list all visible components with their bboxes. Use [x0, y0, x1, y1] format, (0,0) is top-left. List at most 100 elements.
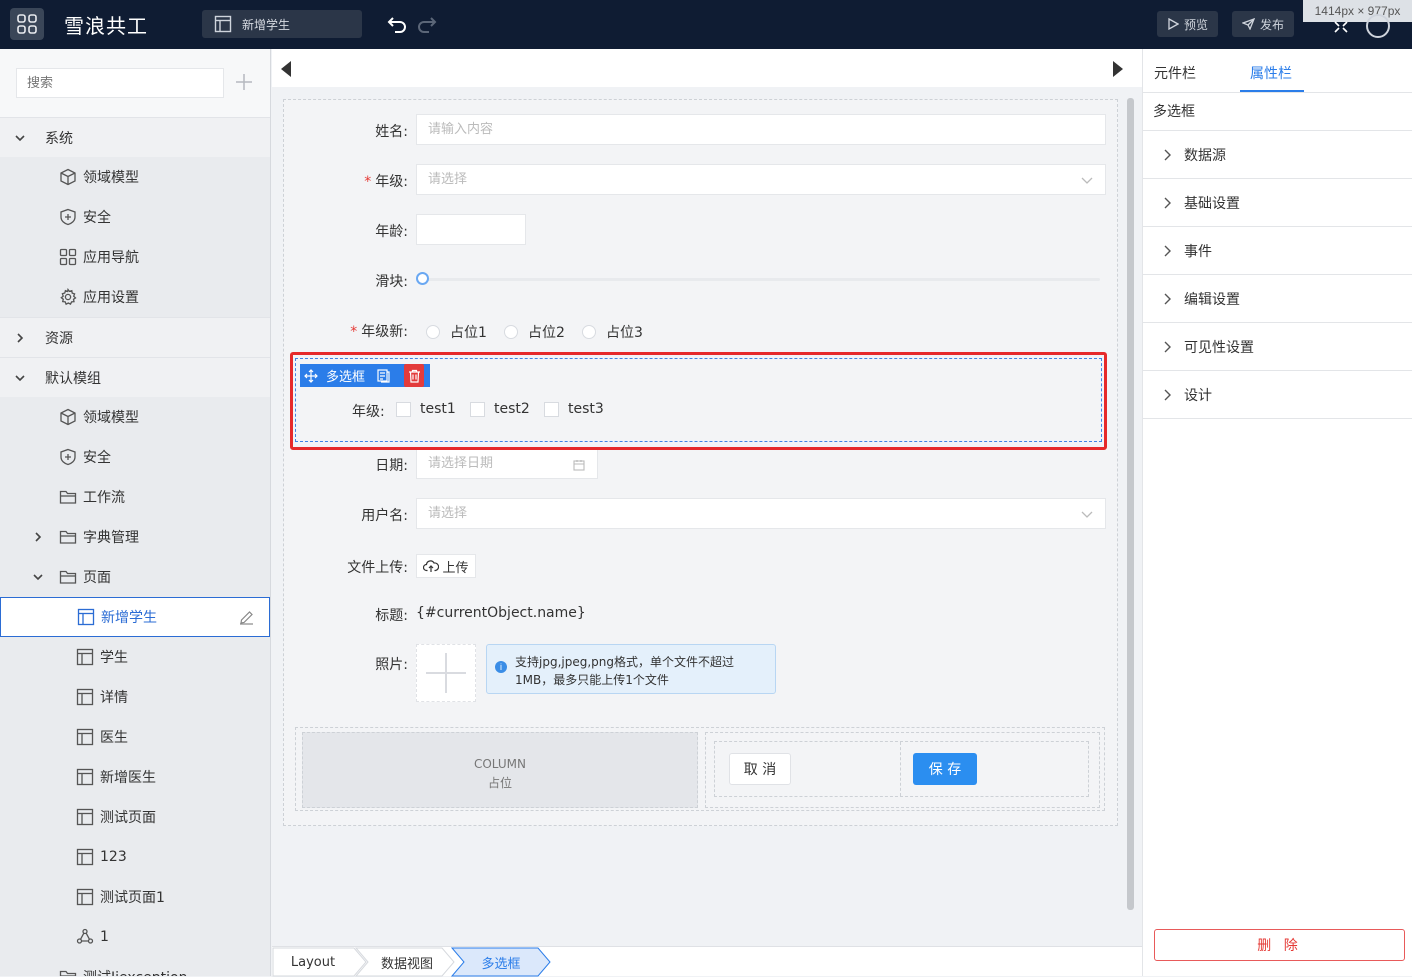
sidebar-search-row [0, 49, 270, 117]
radio-option-2[interactable]: 占位2 [504, 322, 565, 342]
save-button[interactable]: 保 存 [913, 753, 977, 785]
tree-group-label: 系统 [45, 130, 73, 147]
checkbox-option-2[interactable]: test2 [470, 401, 530, 417]
collapse-left-icon[interactable] [280, 61, 292, 77]
page-tab[interactable]: 新增学生 [202, 10, 362, 38]
layout-icon [76, 808, 94, 826]
tree-item-app-nav[interactable]: 应用导航 [0, 237, 270, 277]
section-events[interactable]: 事件 [1143, 227, 1412, 275]
grade-select[interactable]: 请选择 [416, 164, 1106, 195]
move-icon[interactable] [304, 368, 318, 383]
checkbox-box[interactable] [470, 401, 485, 417]
tree-group-default-module[interactable]: 默认模组 [0, 357, 270, 397]
photo-hint-text: 支持jpg,jpeg,png格式，单个文件不超过1MB，最多只能上传1个文件 [515, 655, 734, 687]
tab-components[interactable]: 元件栏 [1154, 63, 1196, 83]
form-container[interactable]: 姓名: 请输入内容 * 年级: 请选择 年龄: 滑块: * 年级新: 占位1 占位2… [283, 99, 1118, 826]
preview-label: 预览 [1184, 17, 1209, 32]
breadcrumb-item-active[interactable]: 多选框 [460, 947, 542, 977]
tree-page-test-exception[interactable]: 测试Jiexception [0, 957, 270, 976]
chevron-right-icon [17, 332, 24, 343]
add-icon[interactable] [235, 73, 253, 91]
section-basic[interactable]: 基础设置 [1143, 179, 1412, 227]
name-input[interactable]: 请输入内容 [416, 114, 1106, 145]
checkbox-box[interactable] [544, 401, 559, 417]
radio-circle[interactable] [504, 325, 518, 339]
slider-track[interactable] [420, 278, 1100, 281]
photo-label: 照片: [375, 657, 408, 673]
copy-icon[interactable] [377, 368, 390, 383]
column-layout[interactable]: COLUMN 占位 取 消 保 存 [295, 727, 1105, 811]
tree-item-domain-model[interactable]: 领域模型 [0, 397, 270, 437]
section-datasource[interactable]: 数据源 [1143, 131, 1412, 179]
delete-button[interactable]: 删 除 [1154, 929, 1405, 961]
breadcrumb-item[interactable]: 数据视图 [364, 947, 450, 977]
radio-circle[interactable] [426, 325, 440, 339]
tree-page-student[interactable]: 学生 [0, 637, 270, 677]
tree-item-workflow[interactable]: 工作流 [0, 477, 270, 517]
checkbox-label: test1 [420, 401, 456, 417]
tree-group-system[interactable]: 系统 [0, 117, 270, 157]
tab-properties[interactable]: 属性栏 [1250, 63, 1292, 83]
send-icon [1242, 18, 1255, 30]
tree-page-test[interactable]: 测试页面 [0, 797, 270, 837]
search-input[interactable] [16, 68, 224, 98]
checkbox-option-3[interactable]: test3 [544, 401, 604, 417]
tree-page-doctor[interactable]: 医生 [0, 717, 270, 757]
slider-handle[interactable] [416, 272, 429, 285]
tree-page-add-student[interactable]: 新增学生 [0, 597, 270, 637]
tree-item-pages[interactable]: 页面 [0, 557, 270, 597]
collapse-right-icon[interactable] [1112, 61, 1124, 77]
tree-group-label: 默认模组 [45, 370, 101, 387]
tree-page-1[interactable]: 1 [0, 917, 270, 957]
date-picker[interactable]: 请选择日期 [416, 448, 598, 479]
cancel-button[interactable]: 取 消 [729, 753, 791, 785]
title-label: 标题: [375, 608, 408, 624]
chevron-down-icon [1081, 511, 1093, 518]
column-title: COLUMN [473, 757, 527, 771]
tree-page-test1[interactable]: 测试页面1 [0, 877, 270, 917]
tree-group-resources[interactable]: 资源 [0, 317, 270, 357]
age-input[interactable] [416, 214, 526, 245]
tree-item-security[interactable]: 安全 [0, 437, 270, 477]
checkbox-box[interactable] [396, 401, 411, 417]
tree-item-domain-model[interactable]: 领域模型 [0, 157, 270, 197]
breadcrumb-item[interactable]: Layout [272, 947, 354, 977]
photo-upload[interactable] [416, 644, 476, 702]
canvas-scrollbar[interactable] [1127, 98, 1134, 910]
undo-icon[interactable] [386, 14, 408, 34]
tree-item-label: 应用导航 [83, 250, 139, 266]
tree-page-detail[interactable]: 详情 [0, 677, 270, 717]
tree-item-label: 页面 [83, 570, 111, 586]
calendar-icon [573, 460, 585, 471]
play-icon [1168, 18, 1179, 30]
upload-button[interactable]: 上传 [416, 554, 476, 578]
preview-button[interactable]: 预览 [1157, 11, 1219, 37]
column-placeholder[interactable]: COLUMN 占位 [302, 732, 698, 808]
section-label: 数据源 [1184, 148, 1226, 164]
app-grid-icon[interactable] [10, 8, 44, 40]
radio-option-3[interactable]: 占位3 [582, 322, 643, 342]
radio-circle[interactable] [582, 325, 596, 339]
tree-page-add-doctor[interactable]: 新增医生 [0, 757, 270, 797]
checkbox-option-1[interactable]: test1 [396, 401, 456, 417]
tree-item-security[interactable]: 安全 [0, 197, 270, 237]
column-actions[interactable]: 取 消 保 存 [705, 732, 1100, 808]
username-select[interactable]: 请选择 [416, 498, 1106, 529]
publish-button[interactable]: 发布 [1232, 11, 1295, 37]
radio-option-1[interactable]: 占位1 [426, 322, 487, 342]
delete-widget-button[interactable] [404, 364, 424, 387]
fullscreen-icon[interactable] [1333, 20, 1349, 34]
tree-page-label: 医生 [100, 730, 128, 746]
redo-icon[interactable] [416, 14, 438, 34]
layout-icon [76, 728, 94, 746]
tree-item-dictionary[interactable]: 字典管理 [0, 517, 270, 557]
component-name: 多选框 [1143, 93, 1412, 131]
section-edit[interactable]: 编辑设置 [1143, 275, 1412, 323]
cloud-upload-icon [423, 560, 440, 572]
section-design[interactable]: 设计 [1143, 371, 1412, 419]
section-visibility[interactable]: 可见性设置 [1143, 323, 1412, 371]
user-avatar-icon[interactable] [1366, 14, 1390, 38]
tree-page-123[interactable]: 123 [0, 837, 270, 877]
edit-icon[interactable] [239, 610, 254, 625]
tree-item-app-settings[interactable]: 应用设置 [0, 277, 270, 317]
